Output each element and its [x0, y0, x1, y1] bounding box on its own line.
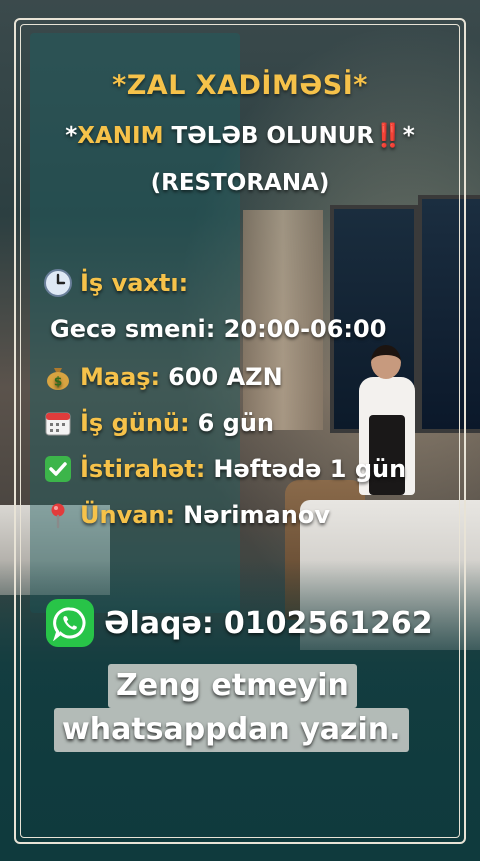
place-type: (RESTORANA): [150, 170, 330, 196]
note-line-1: Zeng etmeyin: [108, 664, 357, 708]
shift-row: Gecə smeni: 20:00-06:00: [50, 312, 386, 346]
highlight-word: XANIM: [77, 123, 164, 149]
rest-label: İstirahət:: [80, 455, 206, 483]
asterisk: *: [65, 123, 78, 149]
address-value: Nərimanov: [183, 501, 330, 529]
svg-text:$: $: [54, 375, 62, 389]
shift-value: Gecə smeni: 20:00-06:00: [50, 315, 387, 343]
contact-row: Əlaqə: 0102561262: [46, 598, 433, 648]
salary-label: Maaş:: [80, 363, 161, 391]
asterisk: *: [402, 123, 415, 149]
hours-row: İş vaxtı:: [44, 266, 188, 300]
requirement-text: TƏLƏB OLUNUR: [163, 123, 375, 149]
calendar-icon: [44, 409, 72, 437]
workdays-row: İş günü: 6 gün: [44, 406, 274, 440]
requirement-line: *XANIM TƏLƏB OLUNUR‼️*: [0, 122, 480, 149]
rest-value: Həftədə 1 gün: [213, 455, 407, 483]
location-pin-icon: [44, 501, 72, 529]
workdays-value: 6 gün: [197, 409, 275, 437]
hours-label: İş vaxtı:: [80, 269, 189, 297]
note-line-2: whatsappdan yazin.: [54, 708, 409, 752]
double-exclamation-icon: ‼️: [374, 123, 403, 149]
whatsapp-icon[interactable]: [46, 599, 94, 647]
address-label: Ünvan:: [80, 501, 176, 529]
address-row: Ünvan: Nərimanov: [44, 498, 330, 532]
phone-number[interactable]: 0102561262: [224, 606, 433, 641]
salary-row: $ Maaş: 600 AZN: [44, 360, 283, 394]
rest-row: İstirahət: Həftədə 1 gün: [44, 452, 406, 486]
money-bag-icon: $: [44, 363, 72, 391]
workdays-label: İş günü:: [80, 409, 190, 437]
check-mark-icon: [44, 455, 72, 483]
clock-icon: [44, 269, 72, 297]
salary-value: 600 AZN: [168, 363, 283, 391]
headline: *ZAL XADİMƏSİ*: [112, 70, 368, 101]
contact-label: Əlaqə:: [104, 605, 214, 641]
